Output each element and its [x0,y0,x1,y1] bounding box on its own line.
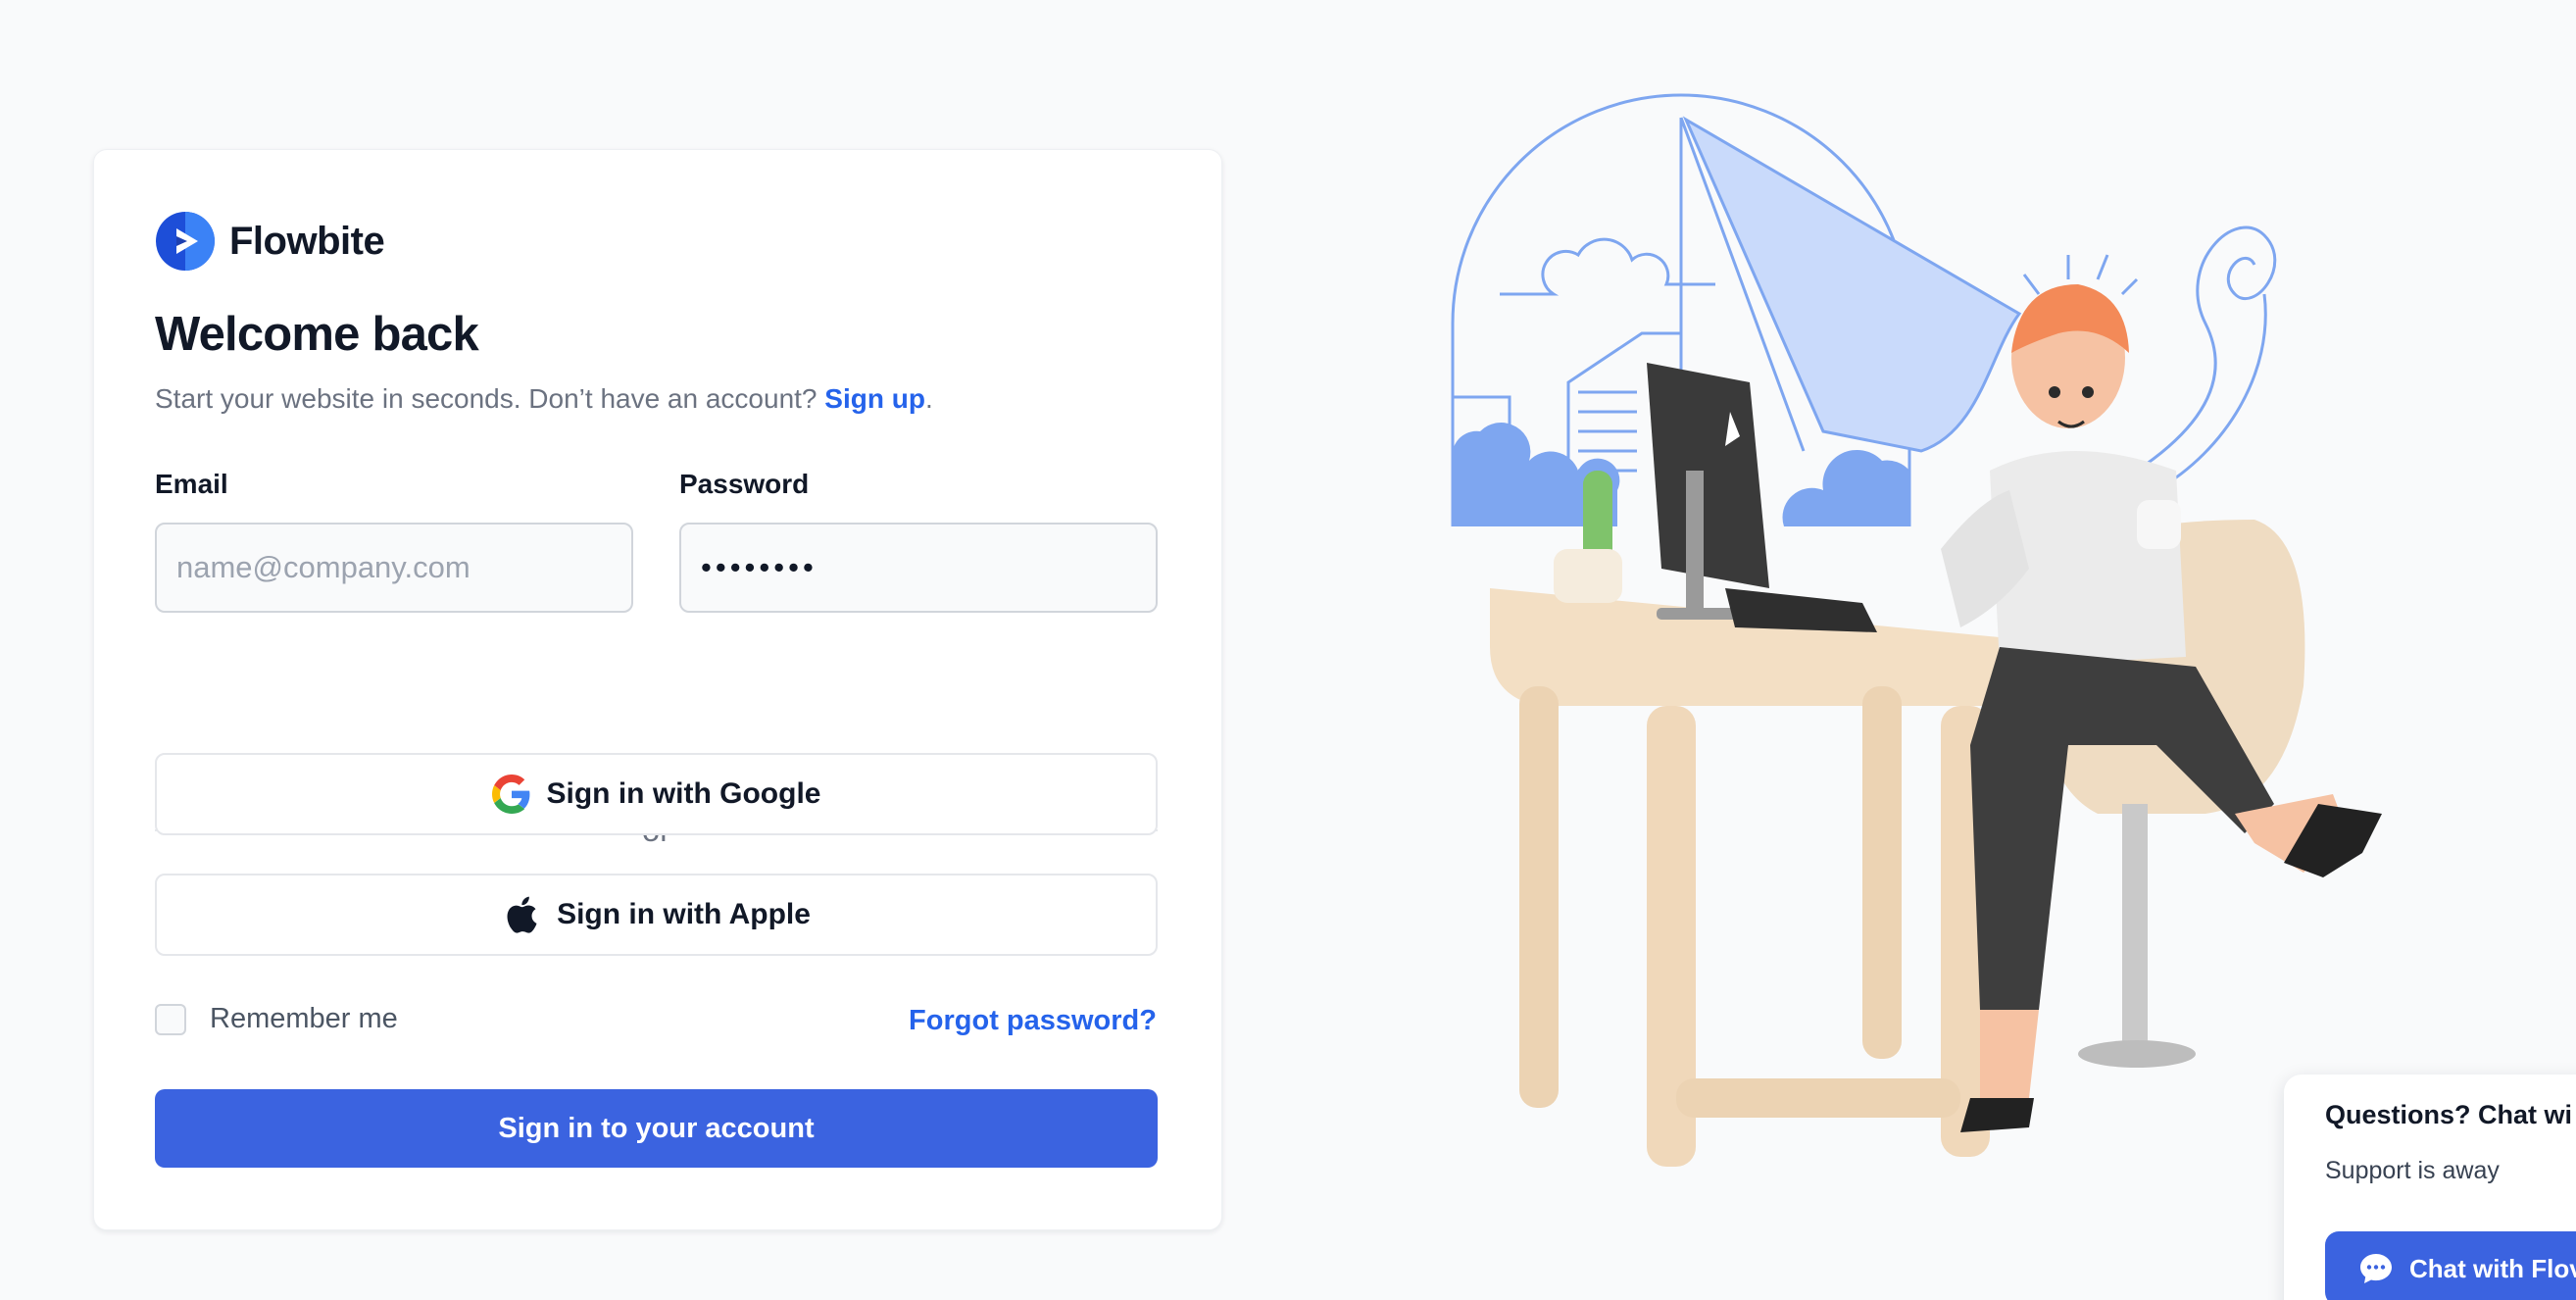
workspace-illustration [1451,93,2382,1167]
chat-button-label: Chat with Flov [2409,1253,2576,1283]
brand[interactable]: Flowbite [155,211,385,272]
google-signin-label: Sign in with Google [546,777,821,810]
steam-swirl [2136,225,2277,492]
remember-me[interactable]: Remember me [155,1003,398,1035]
chat-widget-status: Support is away [2325,1157,2500,1184]
login-card: Flowbite Welcome back Start your website… [93,149,1222,1230]
chat-widget-title: Questions? Chat wi [2325,1100,2573,1129]
google-icon [491,775,529,814]
brand-name: Flowbite [229,219,385,263]
remember-me-checkbox[interactable] [155,1003,186,1035]
password-field[interactable] [679,523,1158,613]
chat-widget: Questions? Chat wi Support is away Chat … [2284,1075,2576,1300]
subtitle-end: . [924,383,933,414]
sign-in-button[interactable]: Sign in to your account [155,1089,1158,1168]
apple-icon [507,896,537,933]
flowbite-logo-icon [156,212,215,271]
monitor [1647,363,1769,620]
google-signin-button[interactable]: Sign in with Google [155,753,1158,835]
chat-bubble-icon [2360,1254,2392,1283]
password-label: Password [679,469,810,499]
subtitle: Start your website in seconds. Don’t hav… [155,383,933,415]
desk [1490,588,2007,1167]
bush-right [1782,449,1909,526]
chair-base [2078,1040,2196,1068]
email-field[interactable] [155,523,633,613]
subtitle-text: Start your website in seconds. Don’t hav… [155,383,817,414]
chair-post [2122,804,2148,1049]
forgot-password-link[interactable]: Forgot password? [909,1005,1157,1037]
apple-signin-button[interactable]: Sign in with Apple [155,874,1158,956]
remember-me-label: Remember me [210,1003,398,1034]
email-label: Email [155,469,228,499]
chat-button[interactable]: Chat with Flov [2325,1231,2576,1300]
apple-signin-label: Sign in with Apple [557,898,811,930]
signup-link[interactable]: Sign up [824,383,925,414]
login-page: Flowbite Welcome back Start your website… [0,0,2576,1300]
keyboard [1725,588,1877,632]
page-title: Welcome back [155,308,479,361]
character [1941,284,2382,1132]
